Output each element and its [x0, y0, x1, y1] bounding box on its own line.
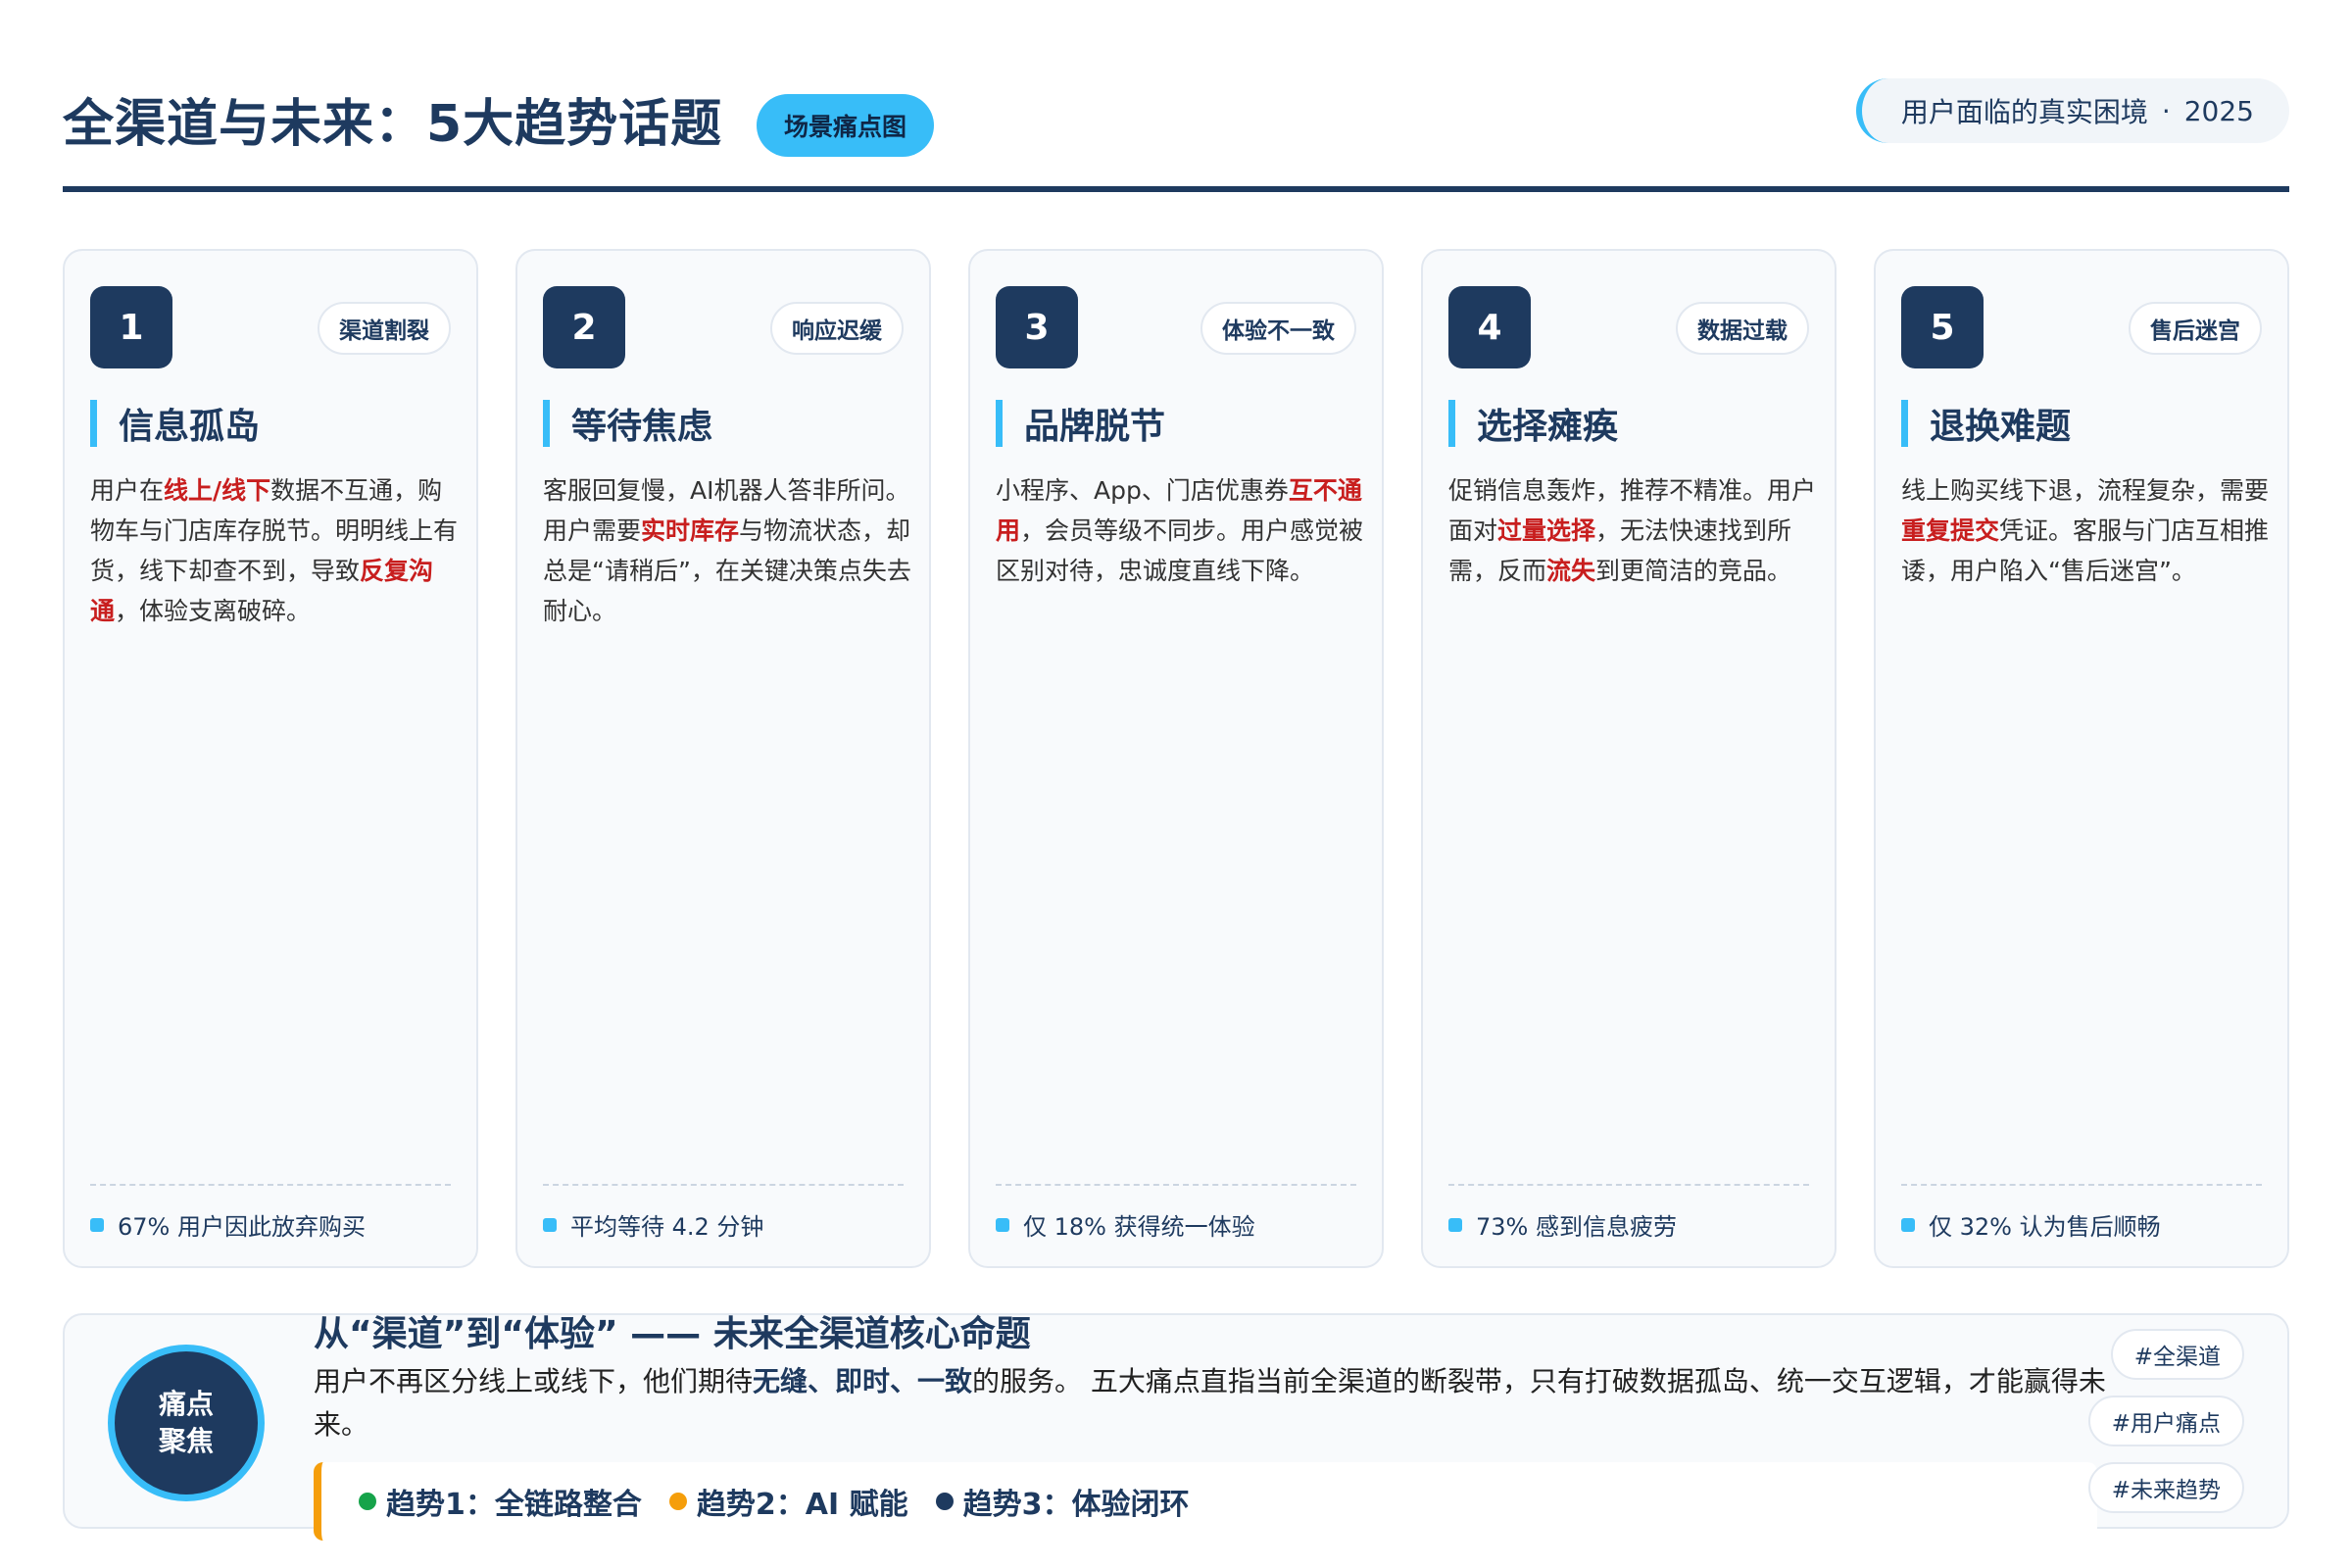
card-stat-text: 仅 18% 获得统一体验 [1023, 1213, 1255, 1241]
pill-text: 用户面临的真实困境 [1900, 96, 2148, 128]
card-stat: 67% 用户因此放弃购买 [90, 1207, 366, 1242]
card-title: 品牌脱节 [996, 400, 1165, 447]
card-description: 促销信息轰炸，推荐不精准。用户面对过量选择，无法快速找到所需，反而流失到更简洁的… [1448, 470, 1821, 591]
card-divider [90, 1184, 451, 1186]
summary-text: 用户不再区分线上或线下，他们期待无缝、即时、一致的服务。 五大痛点直指当前全渠道… [314, 1360, 2117, 1446]
body-text: 到更简洁的竞品。 [1595, 557, 1792, 585]
trend-dot-icon [935, 1493, 954, 1510]
card-title: 等待焦虑 [543, 400, 712, 447]
stat-bullet-icon [90, 1217, 104, 1232]
trend-label: 趋势3：体验闭环 [962, 1488, 1190, 1522]
pill-separator: · [2161, 94, 2171, 127]
card-stat-text: 仅 32% 认为售后顺畅 [1929, 1213, 2161, 1241]
pain-card-4: 4 数据过载 选择瘫痪 促销信息轰炸，推荐不精准。用户面对过量选择，无法快速找到… [1421, 249, 1837, 1268]
highlight-text: 线上/线下 [164, 476, 271, 505]
pain-card-2: 2 响应迟缓 等待焦虑 客服回复慢，AI机器人答非所问。用户需要实时库存与物流状… [515, 249, 931, 1268]
focus-badge: 痛点 聚焦 [108, 1345, 265, 1501]
body-text: 线上购买线下退，流程复杂，需要 [1901, 476, 2270, 505]
card-stat-text: 平均等待 4.2 分钟 [570, 1213, 764, 1241]
highlight-text: 过量选择 [1497, 516, 1596, 545]
pain-card-1: 1 渠道割裂 信息孤岛 用户在线上/线下数据不互通，购物车与门店库存脱节。明明线… [63, 249, 478, 1268]
body-text: ，会员等级不同步。用户感觉被区别对待，忠诚度直线下降。 [996, 516, 1364, 585]
focus-badge-line2: 聚焦 [158, 1425, 214, 1457]
body-text: 小程序、App、门店优惠券 [996, 476, 1289, 505]
stat-bullet-icon [1901, 1217, 1915, 1232]
card-divider [1901, 1184, 2262, 1186]
header-divider [63, 186, 2289, 192]
summary-text-before: 用户不再区分线上或线下，他们期待 [314, 1365, 754, 1397]
stat-bullet-icon [1448, 1217, 1462, 1232]
card-divider [996, 1184, 1356, 1186]
card-stat-text: 73% 感到信息疲劳 [1476, 1213, 1677, 1241]
trend-bar: 趋势1：全链路整合 趋势2：AI 赋能 趋势3：体验闭环 [314, 1462, 2097, 1541]
card-number: 1 [90, 286, 172, 368]
card-description: 线上购买线下退，流程复杂，需要重复提交凭证。客服与门店互相推诿，用户陷入“售后迷… [1901, 470, 2274, 591]
card-tag: 售后迷宫 [2129, 302, 2262, 355]
highlight-text: 重复提交 [1901, 516, 2000, 545]
scene-badge: 场景痛点图 [757, 94, 935, 157]
trend-dot-icon [359, 1493, 376, 1510]
trend-item-2: 趋势2：AI 赋能 [668, 1480, 908, 1523]
trend-item-1: 趋势1：全链路整合 [359, 1480, 642, 1523]
card-stat: 平均等待 4.2 分钟 [543, 1207, 763, 1242]
card-stat: 仅 18% 获得统一体验 [996, 1207, 1255, 1242]
card-description: 用户在线上/线下数据不互通，购物车与门店库存脱节。明明线上有货，线下却查不到，导… [90, 470, 463, 631]
card-stat-text: 67% 用户因此放弃购买 [118, 1213, 366, 1241]
subtitle-pill: 用户面临的真实困境 · 2025 [1855, 78, 2289, 143]
card-number: 3 [996, 286, 1078, 368]
trend-label: 趋势1：全链路整合 [386, 1488, 642, 1522]
trend-label: 趋势2：AI 赋能 [696, 1488, 908, 1522]
card-title: 选择瘫痪 [1448, 400, 1618, 447]
hashtag-list: #全渠道 #用户痛点 #未来趋势 [2087, 1329, 2244, 1513]
hashtag-chip[interactable]: #未来趋势 [2087, 1462, 2244, 1513]
highlight-text: 流失 [1546, 557, 1596, 585]
stat-bullet-icon [996, 1217, 1009, 1232]
header: 全渠道与未来：5大趋势话题 场景痛点图 用户面临的真实困境 · 2025 [63, 76, 2289, 192]
focus-badge-line1: 痛点 [158, 1388, 214, 1420]
trend-item-3: 趋势3：体验闭环 [935, 1480, 1190, 1523]
stat-bullet-icon [543, 1217, 557, 1232]
card-title: 退换难题 [1901, 400, 2071, 447]
card-stat: 73% 感到信息疲劳 [1448, 1207, 1677, 1242]
highlight-text: 实时库存 [641, 516, 740, 545]
summary-text-strong: 无缝、即时、一致 [753, 1365, 973, 1397]
card-title: 信息孤岛 [90, 400, 260, 447]
trend-dot-icon [668, 1493, 687, 1510]
hashtag-chip[interactable]: #用户痛点 [2087, 1396, 2244, 1446]
summary-panel: 痛点 聚焦 从“渠道”到“体验” —— 未来全渠道核心命题 用户不再区分线上或线… [63, 1313, 2289, 1541]
body-text: 用户在 [90, 476, 165, 505]
card-description: 客服回复慢，AI机器人答非所问。用户需要实时库存与物流状态，却总是“请稍后”，在… [543, 470, 915, 631]
card-number: 2 [543, 286, 625, 368]
card-stat: 仅 32% 认为售后顺畅 [1901, 1207, 2161, 1242]
card-tag: 响应迟缓 [770, 302, 904, 355]
card-divider [1448, 1184, 1809, 1186]
card-number: 4 [1448, 286, 1531, 368]
pain-point-cards: 1 渠道割裂 信息孤岛 用户在线上/线下数据不互通，购物车与门店库存脱节。明明线… [63, 249, 2289, 1268]
summary-heading: 从“渠道”到“体验” —— 未来全渠道核心命题 [314, 1314, 1031, 1354]
hashtag-chip[interactable]: #全渠道 [2110, 1329, 2244, 1380]
card-tag: 渠道割裂 [318, 302, 451, 355]
pain-card-5: 5 售后迷宫 退换难题 线上购买线下退，流程复杂，需要重复提交凭证。客服与门店互… [1874, 249, 2289, 1268]
page-title: 全渠道与未来：5大趋势话题 [63, 95, 723, 154]
body-text: ，体验支离破碎。 [115, 597, 312, 625]
pain-card-3: 3 体验不一致 品牌脱节 小程序、App、门店优惠券互不通用，会员等级不同步。用… [968, 249, 1384, 1268]
card-description: 小程序、App、门店优惠券互不通用，会员等级不同步。用户感觉被区别对待，忠诚度直… [996, 470, 1368, 591]
card-number: 5 [1901, 286, 1984, 368]
card-tag: 数据过载 [1676, 302, 1809, 355]
pill-year: 2025 [2183, 94, 2254, 127]
card-divider [543, 1184, 904, 1186]
card-tag: 体验不一致 [1200, 302, 1356, 355]
